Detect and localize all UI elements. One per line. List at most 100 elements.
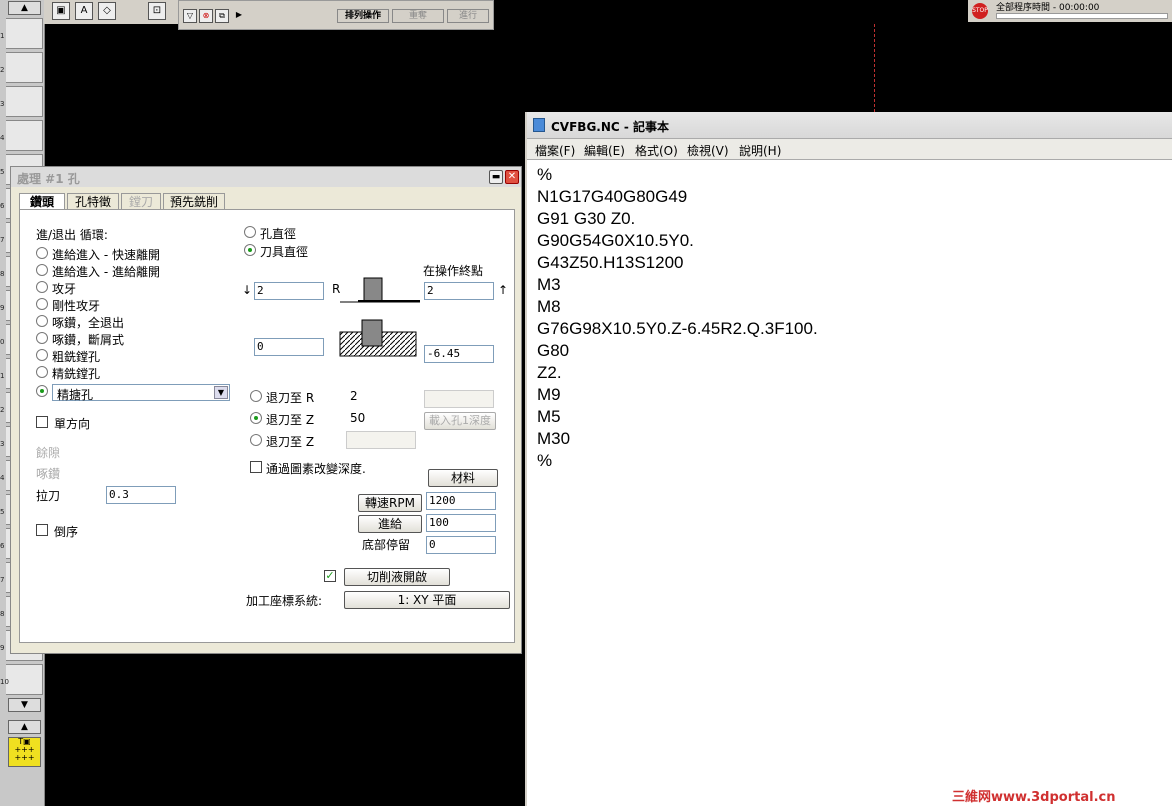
ruler-number: 8 bbox=[0, 610, 5, 618]
scroll-up-icon[interactable]: ▲ bbox=[8, 1, 41, 15]
nc-code-line: M30 bbox=[537, 429, 571, 448]
cycle-radio[interactable] bbox=[36, 315, 48, 327]
run-button[interactable]: 進行 bbox=[447, 9, 489, 23]
cycle-label: 進給進入 - 快速離開 bbox=[52, 248, 160, 262]
reverse-label: 倒序 bbox=[54, 525, 79, 539]
feed-button[interactable]: 進給 bbox=[358, 515, 422, 533]
view-front-icon[interactable]: A bbox=[75, 2, 93, 20]
cycle-radio[interactable] bbox=[36, 281, 48, 293]
menu-file[interactable]: 檔案(F) bbox=[535, 142, 575, 159]
peck-label: 啄鑽 bbox=[36, 467, 61, 481]
close-icon[interactable]: ✕ bbox=[505, 170, 519, 184]
rpm-input[interactable]: 1200 bbox=[426, 492, 496, 510]
copy-icon[interactable]: ⧉ bbox=[215, 9, 229, 23]
ruler-tab[interactable] bbox=[6, 664, 43, 695]
arrow-down-icon: ↓ bbox=[242, 283, 253, 297]
cycle-radio[interactable] bbox=[36, 264, 48, 276]
notepad-menubar: 檔案(F) 編輯(E) 格式(O) 檢視(V) 說明(H) bbox=[527, 139, 1172, 160]
drag-input[interactable]: 0.3 bbox=[106, 486, 176, 504]
material-button[interactable]: 材料 bbox=[428, 469, 498, 487]
r-end-input[interactable]: 2 bbox=[424, 282, 494, 300]
minimize-icon[interactable]: ▬ bbox=[489, 170, 503, 184]
depth-input[interactable]: -6.45 bbox=[424, 345, 494, 363]
notepad-titlebar: CVFBG.NC - 記事本 bbox=[527, 112, 1172, 139]
hole-process-dialog: 處理 #1 孔 ▬ ✕ 鑽頭 孔特徵 鏜刀 預先銑削 進/退出 循環: 進給進入… bbox=[10, 166, 522, 654]
single-direction-checkbox[interactable] bbox=[36, 416, 48, 428]
tool-diameter-radio[interactable] bbox=[244, 244, 256, 256]
tab-hole-feature[interactable]: 孔特徵 bbox=[67, 193, 119, 210]
notepad-icon bbox=[533, 118, 545, 132]
cycle-label: 進給進入 - 進給離開 bbox=[52, 265, 160, 279]
view-iso-icon[interactable]: ◇ bbox=[98, 2, 116, 20]
ruler-number: 2 bbox=[0, 406, 5, 414]
menu-edit[interactable]: 編輯(E) bbox=[584, 142, 625, 159]
nc-code-line: M5 bbox=[537, 407, 561, 426]
ruler-tab[interactable] bbox=[6, 18, 43, 49]
tool-diagram bbox=[339, 277, 420, 357]
r-input[interactable]: 2 bbox=[254, 282, 324, 300]
retract-z-radio[interactable] bbox=[250, 412, 262, 424]
cycle-select[interactable]: 精搪孔 ▼ bbox=[52, 384, 230, 402]
z-input[interactable]: 0 bbox=[254, 338, 324, 356]
hole-diameter-radio[interactable] bbox=[244, 226, 256, 238]
scroll-up-icon-2[interactable]: ▲ bbox=[8, 720, 41, 734]
retract-z2-input[interactable] bbox=[346, 431, 416, 449]
delete-icon[interactable]: ⊗ bbox=[199, 9, 213, 23]
nc-code-editor[interactable]: % N1G17G40G80G49 G91 G30 Z0. G90G54G0X10.5Y… bbox=[537, 164, 818, 472]
feed-input[interactable]: 100 bbox=[426, 514, 496, 532]
tab-pre-mill[interactable]: 預先銑削 bbox=[163, 193, 225, 210]
ruler-tab[interactable] bbox=[6, 120, 43, 151]
ruler-number: 5 bbox=[0, 168, 5, 176]
select-icon[interactable]: ⊡ bbox=[148, 2, 166, 20]
drill-op-icon[interactable]: T▣ +++ +++ bbox=[8, 737, 41, 767]
cycle-radio[interactable] bbox=[36, 247, 48, 259]
stop-icon[interactable]: STOP bbox=[972, 3, 988, 19]
cycle-label: 啄鑽，斷屑式 bbox=[52, 333, 125, 347]
retract-z2-label: 退刀至 Z bbox=[266, 435, 315, 449]
tab-drill[interactable]: 鑽頭 bbox=[19, 193, 65, 210]
change-depth-checkbox[interactable] bbox=[250, 461, 262, 473]
arrange-ops-button[interactable]: 排列操作 bbox=[337, 9, 389, 23]
retract-r-radio[interactable] bbox=[250, 390, 262, 402]
progress-bar bbox=[996, 13, 1168, 19]
cycle-radio-fine-bore[interactable] bbox=[36, 385, 48, 397]
ruler-tab[interactable] bbox=[6, 86, 43, 117]
scroll-down-icon[interactable]: ▼ bbox=[8, 698, 41, 712]
ruler-number: 2 bbox=[0, 66, 5, 74]
ruler-number: 3 bbox=[0, 440, 5, 448]
retract-r-input[interactable] bbox=[424, 390, 494, 408]
clearance-label: 餘隙 bbox=[36, 446, 61, 460]
ruler-number: 1 bbox=[0, 372, 5, 380]
dwell-input[interactable]: 0 bbox=[426, 536, 496, 554]
retract-r-label: 退刀至 R bbox=[266, 391, 315, 405]
cycle-radio[interactable] bbox=[36, 349, 48, 361]
rpm-button[interactable]: 轉速RPM bbox=[358, 494, 422, 512]
menu-help[interactable]: 說明(H) bbox=[739, 142, 781, 159]
cycle-radio[interactable] bbox=[36, 298, 48, 310]
ruler-number: 7 bbox=[0, 576, 5, 584]
cycle-radio[interactable] bbox=[36, 332, 48, 344]
ruler-number: 6 bbox=[0, 542, 5, 550]
coolant-checkbox[interactable]: ✓ bbox=[324, 570, 336, 582]
menu-format[interactable]: 格式(O) bbox=[635, 142, 678, 159]
filter-icon[interactable]: ▽ bbox=[183, 9, 197, 23]
menu-view[interactable]: 檢視(V) bbox=[687, 142, 729, 159]
chevron-down-icon[interactable]: ▼ bbox=[214, 386, 228, 399]
ruler-number: 1 bbox=[0, 32, 5, 40]
ruler-tab[interactable] bbox=[6, 52, 43, 83]
coolant-button[interactable]: 切削液開啟 bbox=[344, 568, 450, 586]
coord-button[interactable]: 1: XY 平面 bbox=[344, 591, 510, 609]
retract-z2-radio[interactable] bbox=[250, 434, 262, 446]
regen-button[interactable]: 重奪 bbox=[392, 9, 444, 23]
ruler-number: 10 bbox=[0, 678, 9, 686]
nc-code-line: % bbox=[537, 165, 553, 184]
play-icon[interactable]: ▶ bbox=[233, 9, 245, 23]
total-time-label: 全部程序時間 - 00:00:00 bbox=[996, 3, 1100, 13]
ruler-number: 5 bbox=[0, 508, 5, 516]
view-top-icon[interactable]: ▣ bbox=[52, 2, 70, 20]
reverse-checkbox[interactable] bbox=[36, 524, 48, 536]
cycle-radio[interactable] bbox=[36, 366, 48, 378]
load-depth-button[interactable]: 載入孔1深度 bbox=[424, 412, 496, 430]
tab-boring[interactable]: 鏜刀 bbox=[121, 193, 161, 210]
nc-code-line: G80 bbox=[537, 341, 570, 360]
